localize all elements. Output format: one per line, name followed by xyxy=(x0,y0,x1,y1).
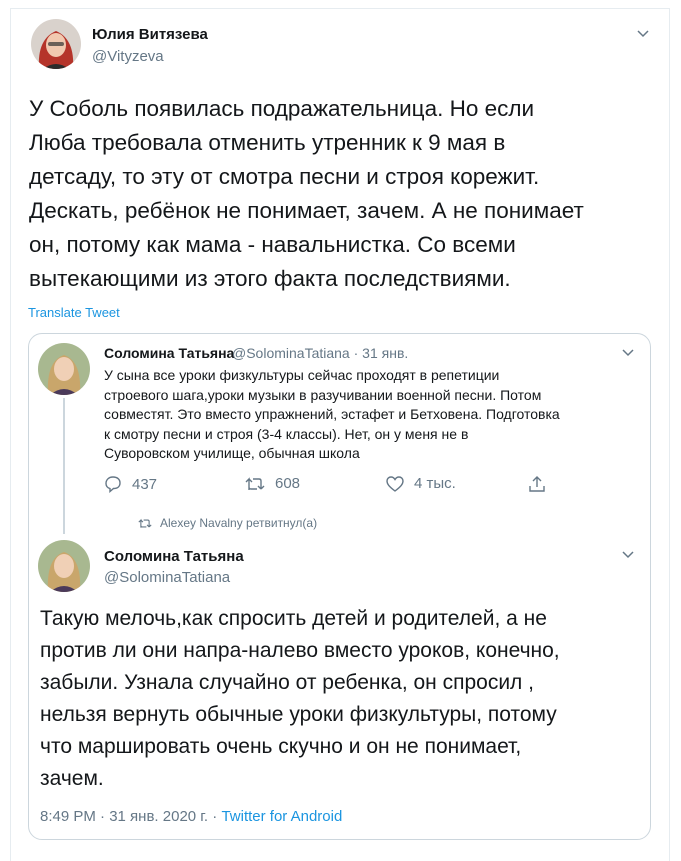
reply-button[interactable]: 437 xyxy=(104,475,157,493)
retweeted-by-label: Alexey Navalny ретвитнул(а) xyxy=(160,516,318,530)
quoted-author-name[interactable]: Соломина Татьяна xyxy=(104,345,234,361)
retweeted-by[interactable]: Alexey Navalny ретвитнул(а) xyxy=(138,516,317,530)
author-name[interactable]: Юлия Витязева xyxy=(92,26,208,43)
source-link[interactable]: Twitter for Android xyxy=(221,808,342,825)
avatar[interactable] xyxy=(38,343,90,395)
reply-count: 437 xyxy=(132,475,158,493)
share-icon xyxy=(529,476,545,492)
quoted-tweet-text: У сына все уроки физкультуры сейчас прох… xyxy=(104,367,560,461)
retweet-icon xyxy=(245,476,265,490)
thread-line xyxy=(63,398,65,534)
reply-author-name[interactable]: Соломина Татьяна xyxy=(104,548,244,565)
author-handle[interactable]: @Vityzeva xyxy=(92,48,164,65)
tweet-text: У Соболь появилась подражательница. Но е… xyxy=(29,96,584,291)
avatar[interactable] xyxy=(31,19,81,69)
chevron-down-icon[interactable] xyxy=(637,30,649,38)
retweet-icon xyxy=(138,518,152,528)
chevron-down-icon[interactable] xyxy=(622,551,634,559)
timestamp[interactable]: 8:49 PM · 31 янв. 2020 г. · xyxy=(40,808,221,825)
avatar[interactable] xyxy=(38,540,90,592)
quoted-author-handle[interactable]: @SolominaTatiana · 31 янв. xyxy=(232,345,408,361)
translate-tweet-link[interactable]: Translate Tweet xyxy=(28,305,120,320)
like-count: 4 тыс. xyxy=(414,475,456,492)
like-icon xyxy=(386,475,404,492)
reply-author-handle[interactable]: @SolominaTatiana xyxy=(104,569,230,586)
retweet-count: 608 xyxy=(275,475,301,492)
retweet-button[interactable]: 608 xyxy=(245,475,300,492)
tweet-footer: 8:49 PM · 31 янв. 2020 г. · Twitter for … xyxy=(40,808,342,825)
reply-tweet-text: Такую мелочь,как спросить детей и родите… xyxy=(40,607,560,790)
like-button[interactable]: 4 тыс. xyxy=(386,475,456,492)
reply-icon xyxy=(105,476,121,493)
share-button[interactable] xyxy=(528,475,546,493)
chevron-down-icon[interactable] xyxy=(622,349,634,357)
